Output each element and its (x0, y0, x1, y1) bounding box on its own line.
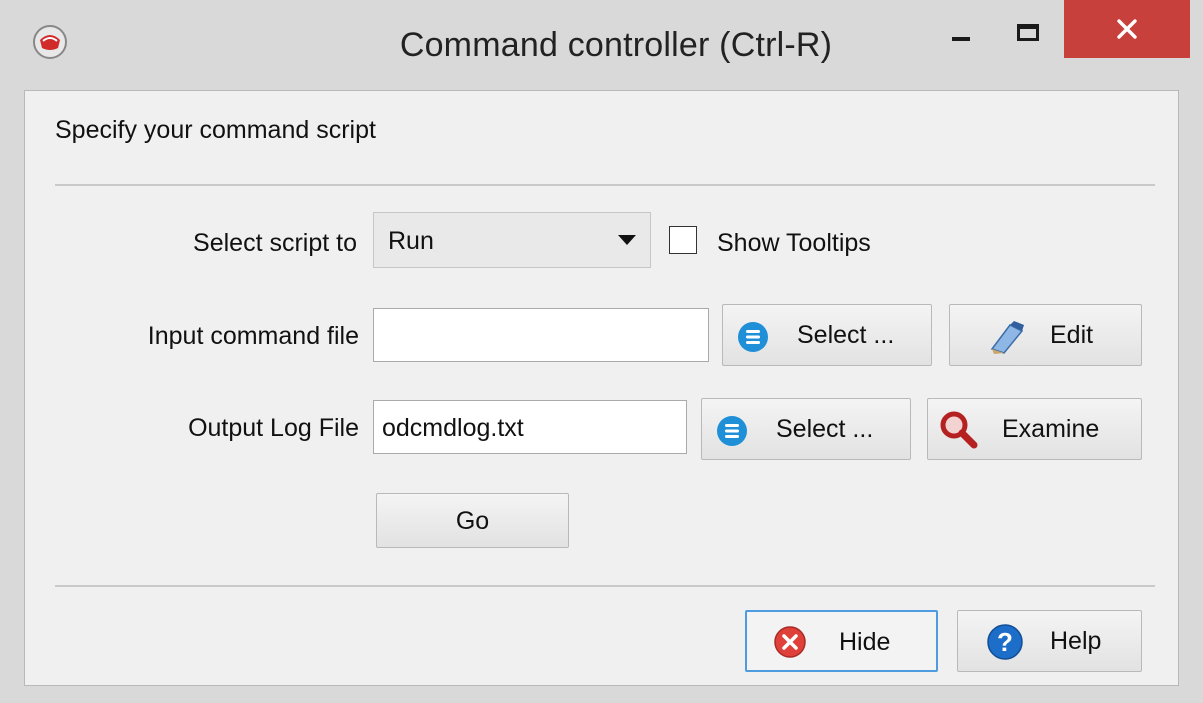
output-log-file-field[interactable]: odcmdlog.txt (373, 400, 687, 454)
list-icon (738, 322, 768, 352)
close-icon (1117, 19, 1137, 39)
go-button[interactable]: Go (376, 493, 569, 548)
minimize-button[interactable] (930, 4, 990, 58)
show-tooltips-checkbox[interactable] (669, 226, 697, 254)
hide-button[interactable]: Hide (745, 610, 938, 672)
close-button[interactable] (1064, 0, 1190, 58)
input-command-file-field[interactable] (373, 308, 709, 362)
magnifier-icon (940, 411, 978, 449)
minimize-icon (952, 37, 970, 41)
command-controller-window: Command controller (Ctrl-R) Specify your… (0, 0, 1203, 703)
help-icon: ? (987, 624, 1023, 660)
script-action-value: Run (388, 227, 434, 255)
script-action-dropdown[interactable]: Run (373, 212, 651, 268)
close-circle-icon (774, 626, 806, 658)
input-select-label: Select ... (797, 321, 895, 349)
hide-label: Hide (839, 628, 891, 656)
output-log-file-label: Output Log File (188, 414, 359, 442)
title-bar[interactable]: Command controller (Ctrl-R) (0, 0, 1203, 90)
dialog-content: Specify your command script Select scrip… (24, 90, 1179, 686)
go-label: Go (455, 507, 490, 535)
dialog-heading: Specify your command script (55, 116, 376, 144)
help-button[interactable]: ? Help (957, 610, 1142, 672)
input-select-button[interactable]: Select ... (722, 304, 932, 366)
help-label: Help (1050, 627, 1102, 655)
edit-label: Edit (1050, 321, 1094, 349)
maximize-icon (1017, 24, 1039, 41)
select-script-label: Select script to (193, 229, 357, 257)
edit-button[interactable]: Edit (949, 304, 1142, 366)
show-tooltips-label[interactable]: Show Tooltips (717, 229, 871, 258)
examine-button[interactable]: Examine (927, 398, 1142, 460)
svg-text:?: ? (997, 627, 1013, 657)
list-icon (717, 416, 747, 446)
separator (55, 184, 1155, 186)
input-command-file-label: Input command file (147, 322, 359, 350)
separator (55, 585, 1155, 587)
chevron-down-icon (618, 235, 636, 245)
output-select-label: Select ... (776, 415, 874, 443)
edit-icon (990, 321, 1024, 354)
output-select-button[interactable]: Select ... (701, 398, 911, 460)
examine-label: Examine (1002, 415, 1100, 443)
maximize-button[interactable] (997, 4, 1057, 58)
